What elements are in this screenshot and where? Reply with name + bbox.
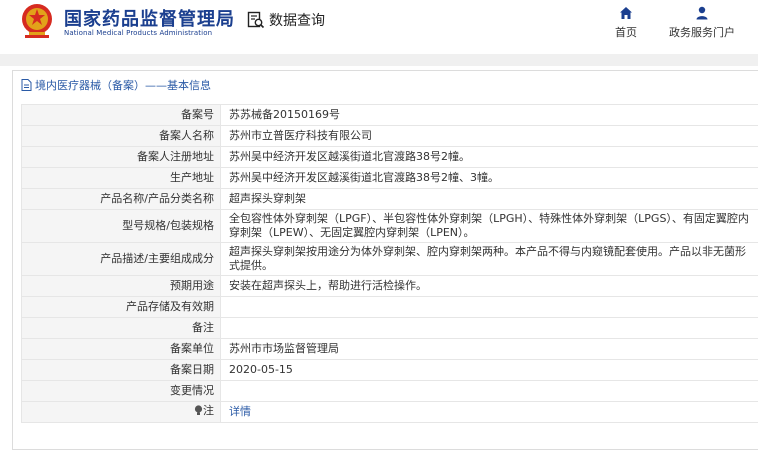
row-value: 苏州吴中经济开发区越溪街道北官渡路38号2幢、3幢。: [221, 168, 758, 189]
row-label: 预期用途: [22, 276, 221, 297]
site-header: 国家药品监督管理局 National Medical Products Admi…: [0, 0, 758, 54]
table-row: 预期用途 安装在超声探头上，帮助进行活检操作。: [22, 276, 758, 297]
row-label: 备案号: [22, 105, 221, 126]
row-label: 备案单位: [22, 339, 221, 360]
row-value: 超声探头穿刺架: [221, 189, 758, 210]
row-value: 2020-05-15: [221, 360, 758, 381]
row-label: 产品描述/主要组成成分: [22, 243, 221, 276]
brand-subtitle: National Medical Products Administration: [64, 29, 212, 37]
bulb-icon: [194, 405, 203, 416]
row-label: 生产地址: [22, 168, 221, 189]
row-label: 备注: [22, 318, 221, 339]
home-icon: [619, 6, 633, 20]
row-value: [221, 297, 758, 318]
nav-government-portal[interactable]: 政务服务门户: [665, 6, 739, 40]
row-value: 详情: [221, 402, 758, 423]
data-query-link[interactable]: 数据查询: [247, 10, 325, 30]
breadcrumb[interactable]: 境内医疗器械（备案）——基本信息: [21, 77, 211, 93]
row-label: 备案日期: [22, 360, 221, 381]
row-value: 超声探头穿刺架按用途分为体外穿刺架、腔内穿刺架两种。本产品不得与内窥镜配套使用。…: [221, 243, 758, 276]
row-value: [221, 381, 758, 402]
row-value: 苏苏械备20150169号: [221, 105, 758, 126]
row-label: 备案人注册地址: [22, 147, 221, 168]
breadcrumb-text: 境内医疗器械（备案）——基本信息: [35, 77, 211, 93]
row-value: 苏州吴中经济开发区越溪街道北官渡路38号2幢。: [221, 147, 758, 168]
row-value: 全包容性体外穿刺架（LPGF）、半包容性体外穿刺架（LPGH）、特殊性体外穿刺架…: [221, 210, 758, 243]
header-divider: [0, 54, 758, 66]
table-row: 注 详情: [22, 402, 758, 423]
row-label: 产品名称/产品分类名称: [22, 189, 221, 210]
document-icon: [21, 79, 32, 91]
table-row: 生产地址 苏州吴中经济开发区越溪街道北官渡路38号2幢、3幢。: [22, 168, 758, 189]
nav-home-label: 首页: [615, 24, 637, 40]
row-label: 注: [203, 404, 214, 418]
table-row: 备案号 苏苏械备20150169号: [22, 105, 758, 126]
user-icon: [695, 6, 709, 20]
table-row: 备案单位 苏州市市场监督管理局: [22, 339, 758, 360]
row-label: 产品存储及有效期: [22, 297, 221, 318]
row-value: [221, 318, 758, 339]
table-row: 备案人名称 苏州市立普医疗科技有限公司: [22, 126, 758, 147]
table-row: 变更情况: [22, 381, 758, 402]
document-search-icon: [247, 11, 265, 29]
national-emblem-icon: [20, 2, 54, 40]
brand-title: 国家药品监督管理局: [64, 5, 235, 31]
nav-portal-label: 政务服务门户: [669, 24, 735, 40]
table-row: 备注: [22, 318, 758, 339]
table-row: 产品存储及有效期: [22, 297, 758, 318]
details-link[interactable]: 详情: [229, 405, 251, 418]
table-row: 产品名称/产品分类名称 超声探头穿刺架: [22, 189, 758, 210]
table-row: 备案人注册地址 苏州吴中经济开发区越溪街道北官渡路38号2幢。: [22, 147, 758, 168]
table-row: 备案日期 2020-05-15: [22, 360, 758, 381]
row-value: 安装在超声探头上，帮助进行活检操作。: [221, 276, 758, 297]
record-info-table: 备案号 苏苏械备20150169号 备案人名称 苏州市立普医疗科技有限公司 备案…: [21, 104, 758, 423]
row-label: 型号规格/包装规格: [22, 210, 221, 243]
data-query-label: 数据查询: [269, 10, 325, 30]
row-value: 苏州市立普医疗科技有限公司: [221, 126, 758, 147]
row-label: 备案人名称: [22, 126, 221, 147]
note-label-cell: 注: [22, 402, 221, 423]
detail-panel: 境内医疗器械（备案）——基本信息 备案号 苏苏械备20150169号 备案人名称…: [12, 70, 758, 450]
table-row: 产品描述/主要组成成分 超声探头穿刺架按用途分为体外穿刺架、腔内穿刺架两种。本产…: [22, 243, 758, 276]
table-row: 型号规格/包装规格 全包容性体外穿刺架（LPGF）、半包容性体外穿刺架（LPGH…: [22, 210, 758, 243]
row-label: 变更情况: [22, 381, 221, 402]
nav-home[interactable]: 首页: [611, 6, 641, 40]
row-value: 苏州市市场监督管理局: [221, 339, 758, 360]
